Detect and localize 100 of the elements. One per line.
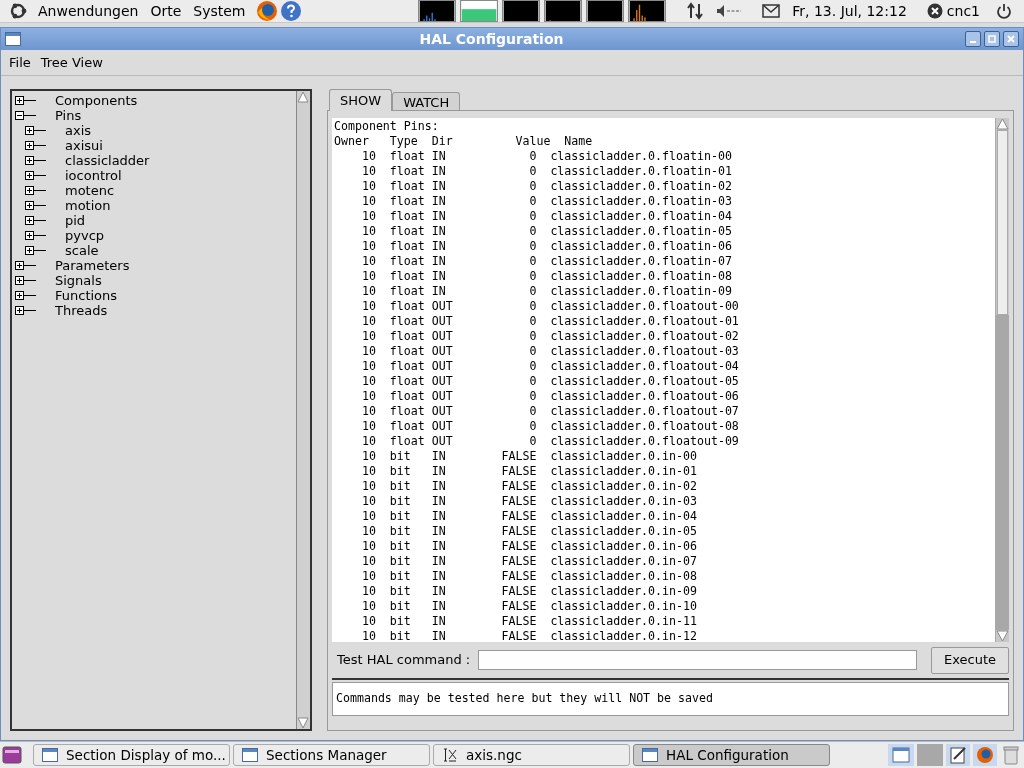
mail-icon[interactable] — [762, 4, 781, 18]
menu-item[interactable]: File — [4, 52, 36, 73]
scrollbar[interactable] — [995, 118, 1009, 642]
expand-icon[interactable] — [25, 231, 34, 240]
tree-item[interactable]: Signals — [55, 273, 102, 288]
network-arrows-icon[interactable] — [686, 2, 705, 20]
tree-item[interactable]: classicladder — [65, 153, 150, 168]
monitor-graph-icon — [586, 0, 625, 22]
browser-icon[interactable] — [255, 0, 278, 22]
output-line: 10 bit IN FALSE classicladder.0.in-02 — [360, 479, 697, 494]
workspace-switcher[interactable] — [917, 744, 943, 766]
expand-icon[interactable] — [25, 126, 34, 135]
expand-icon[interactable] — [25, 141, 34, 150]
tree-item[interactable]: pyvcp — [65, 228, 105, 243]
output-line: 10 bit IN FALSE classicladder.0.in-07 — [360, 554, 697, 569]
execute-button[interactable]: Execute — [931, 646, 1009, 674]
output-line: 10 bit IN FALSE classicladder.0.in-05 — [360, 524, 697, 539]
window-icon — [5, 32, 21, 46]
monitor-graph-icon — [628, 0, 667, 22]
output-line: 10 bit IN FALSE classicladder.0.in-12 — [360, 629, 697, 642]
scroll-thumb[interactable] — [997, 130, 1008, 315]
output-line: 10 float IN 0 classicladder.0.floatin-01 — [360, 164, 732, 179]
clock[interactable]: Fr, 13. Jul, 12:12 — [792, 0, 907, 22]
output-line: 10 float IN 0 classicladder.0.floatin-07 — [360, 254, 732, 269]
window-icon — [42, 748, 58, 762]
expand-icon[interactable] — [25, 246, 34, 255]
expand-icon[interactable] — [25, 186, 34, 195]
output-line: 10 bit IN FALSE classicladder.0.in-03 — [360, 494, 697, 509]
scroll-up-icon[interactable] — [297, 91, 309, 103]
minimize-button[interactable] — [965, 31, 981, 47]
taskbar-button[interactable]: HAL Configuration — [633, 744, 830, 766]
help-icon[interactable] — [279, 0, 302, 22]
expand-icon[interactable] — [25, 216, 34, 225]
expand-icon[interactable] — [15, 96, 24, 105]
notepad-icon[interactable] — [946, 744, 970, 766]
output-line: 10 bit IN FALSE classicladder.0.in-00 — [360, 449, 697, 464]
expand-icon[interactable] — [25, 156, 34, 165]
output-line: 10 float IN 0 classicladder.0.floatin-08 — [360, 269, 732, 284]
output-line: 10 bit IN FALSE classicladder.0.in-04 — [360, 509, 697, 524]
expand-icon[interactable] — [25, 171, 34, 180]
power-icon[interactable] — [996, 3, 1012, 19]
panel-menu[interactable]: System — [187, 0, 252, 22]
output-line: 10 float OUT 0 classicladder.0.floatout-03 — [360, 344, 739, 359]
logo-icon[interactable] — [8, 1, 28, 21]
browser-icon[interactable] — [973, 744, 997, 766]
expand-icon[interactable] — [15, 306, 24, 315]
output-line: Owner Type Dir Value Name — [334, 134, 593, 149]
taskbar-button[interactable]: Section Display of mo... — [33, 744, 230, 766]
tree-item[interactable]: motion — [65, 198, 111, 213]
message-text: Commands may be tested here but they will NOT be saved — [336, 691, 713, 705]
window-title: HAL Configuration — [418, 29, 565, 49]
output-line: 10 float OUT 0 classicladder.0.floatout-00 — [360, 299, 739, 314]
scrollbar[interactable] — [296, 91, 310, 729]
tree-item[interactable]: iocontrol — [65, 168, 122, 183]
output-line: 10 bit IN FALSE classicladder.0.in-08 — [360, 569, 697, 584]
tree-item[interactable]: Components — [55, 93, 138, 108]
tree-item[interactable]: axisui — [65, 138, 103, 153]
output-line: 10 float IN 0 classicladder.0.floatin-09 — [360, 284, 732, 299]
expand-icon[interactable] — [15, 291, 24, 300]
desktop-icon[interactable] — [2, 745, 22, 765]
command-field[interactable] — [478, 650, 917, 670]
output-line: 10 bit IN FALSE classicladder.0.in-11 — [360, 614, 697, 629]
output-line: Component Pins: — [334, 119, 439, 134]
panel-menu[interactable]: Anwendungen — [32, 0, 145, 22]
output-line: 10 bit IN FALSE classicladder.0.in-06 — [360, 539, 697, 554]
tree-item[interactable]: Parameters — [55, 258, 130, 273]
window-icon[interactable] — [888, 744, 914, 766]
collapse-icon[interactable] — [15, 111, 24, 120]
expand-icon[interactable] — [25, 201, 34, 210]
tree-item[interactable]: pid — [65, 213, 86, 228]
monitor-graph-icon — [418, 0, 457, 22]
tree-item[interactable]: motenc — [65, 183, 115, 198]
text-cursor-icon — [442, 747, 458, 763]
tree-item[interactable]: Functions — [55, 288, 118, 303]
close-button[interactable] — [1003, 31, 1019, 47]
output-line: 10 float OUT 0 classicladder.0.floatout-06 — [360, 389, 739, 404]
panel-menu[interactable]: Orte — [144, 0, 188, 22]
output-line: 10 bit IN FALSE classicladder.0.in-10 — [360, 599, 697, 614]
monitor-graph-icon — [460, 0, 499, 22]
taskbar-button[interactable]: axis.ngc — [433, 744, 630, 766]
output-line: 10 float IN 0 classicladder.0.floatin-06 — [360, 239, 732, 254]
menu-item[interactable]: Tree View — [35, 52, 108, 73]
tab[interactable]: SHOW — [329, 89, 393, 111]
output-line: 10 bit IN FALSE classicladder.0.in-01 — [360, 464, 697, 479]
tree-item[interactable]: Pins — [55, 108, 82, 123]
output-line: 10 float IN 0 classicladder.0.floatin-05 — [360, 224, 732, 239]
output-line: 10 float IN 0 classicladder.0.floatin-00 — [360, 149, 732, 164]
user-name[interactable]: cnc1 — [946, 0, 980, 22]
minimize-icon — [970, 41, 976, 43]
maximize-button[interactable] — [984, 31, 1000, 47]
expand-icon[interactable] — [15, 276, 24, 285]
maximize-icon — [988, 35, 996, 43]
tree-item[interactable]: Threads — [55, 303, 108, 318]
tree-item[interactable]: axis — [65, 123, 92, 138]
taskbar-button[interactable]: Sections Manager — [233, 744, 430, 766]
expand-icon[interactable] — [15, 261, 24, 270]
close-circle-icon[interactable] — [926, 3, 943, 19]
scroll-down-icon[interactable] — [297, 717, 309, 729]
monitor-graph-icon — [544, 0, 583, 22]
tree-item[interactable]: scale — [65, 243, 99, 258]
